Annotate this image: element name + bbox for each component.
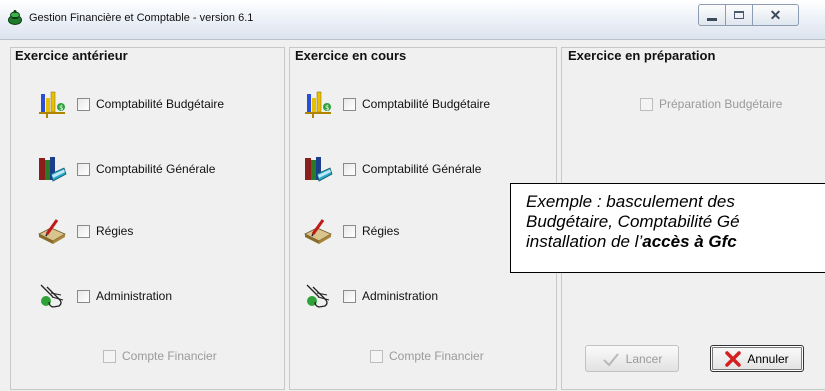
option-current-account: Compte Financier [370,349,484,363]
red-x-icon [725,350,742,367]
maximize-icon [734,11,744,19]
panel-title-current: Exercice en cours [292,48,410,63]
minimize-button[interactable] [698,4,726,26]
launch-button-label: Lancer [625,351,663,366]
option-previous-regies[interactable]: Régies [37,216,133,246]
panel-title-preparation: Exercice en préparation [565,48,719,63]
checkbox-current-regies[interactable] [343,224,356,238]
budget-chart-icon: $ [39,91,65,118]
label-current-regies: Régies [362,224,400,238]
app-icon [8,10,22,25]
checkbox-previous-general[interactable] [77,162,90,176]
option-previous-general[interactable]: Comptabilité Générale [37,154,215,184]
books-icon [39,157,67,182]
window-controls: ✕ [698,4,799,26]
books-icon [305,157,333,182]
window-title: Gestion Financière et Comptable - versio… [29,12,254,24]
option-preparation-budgetary: Préparation Budgétaire [640,97,782,111]
label-previous-budgetary: Comptabilité Budgétaire [96,97,225,111]
title-bar[interactable]: Gestion Financière et Comptable - versio… [0,0,825,40]
callout-line-1: Exemple : basculement des [526,192,735,211]
label-current-account: Compte Financier [389,349,484,363]
ledger-pen-icon [304,219,332,244]
checkbox-previous-admin[interactable] [77,289,90,303]
checkbox-current-budgetary[interactable] [343,97,356,111]
label-previous-regies: Régies [96,224,134,238]
checkmark-icon [602,352,619,366]
checkbox-previous-regies[interactable] [77,224,90,238]
checkbox-previous-account [103,349,116,363]
checkbox-previous-budgetary[interactable] [77,97,90,111]
label-current-admin: Administration [362,289,439,303]
checkbox-preparation-budgetary [640,97,653,111]
cancel-button[interactable]: Annuler [710,345,804,372]
maximize-button[interactable] [726,4,753,26]
budget-chart-icon: $ [305,91,331,118]
checkbox-current-account [370,349,383,363]
option-current-budgetary[interactable]: $ Comptabilité Budgétaire [303,89,490,119]
app-window: Gestion Financière et Comptable - versio… [0,0,825,391]
svg-text:$: $ [325,104,329,112]
close-icon: ✕ [769,7,782,23]
checkbox-current-general[interactable] [343,162,356,176]
option-previous-account: Compte Financier [103,349,217,363]
close-button[interactable]: ✕ [753,4,799,26]
launch-button[interactable]: Lancer [585,345,679,372]
option-previous-budgetary[interactable]: $ Comptabilité Budgétaire [37,89,224,119]
panel-title-previous: Exercice antérieur [12,48,131,63]
callout-line-2: Budgétaire, Comptabilité Gé [526,212,740,231]
callout-line-3-bold: accès à Gfc [642,232,737,251]
label-current-budgetary: Comptabilité Budgétaire [362,97,491,111]
checkbox-current-admin[interactable] [343,289,356,303]
option-current-general[interactable]: Comptabilité Générale [303,154,481,184]
label-previous-general: Comptabilité Générale [96,162,216,176]
annotation-callout: Exemple : basculement des Budgétaire, Co… [510,183,825,273]
label-current-general: Comptabilité Générale [362,162,482,176]
svg-text:$: $ [59,104,63,112]
minimize-icon [707,17,717,21]
option-current-admin[interactable]: Administration [303,281,438,311]
callout-line-3: installation de l’accès à Gfc [526,232,825,252]
hand-pointer-icon [306,284,330,308]
label-previous-admin: Administration [96,289,173,303]
cancel-button-label: Annuler [747,351,789,366]
ledger-pen-icon [38,219,66,244]
option-current-regies[interactable]: Régies [303,216,399,246]
label-previous-account: Compte Financier [122,349,217,363]
hand-pointer-icon [40,284,64,308]
option-previous-admin[interactable]: Administration [37,281,172,311]
callout-line-3-prefix: installation de l’ [526,232,643,251]
label-preparation-budgetary: Préparation Budgétaire [659,97,783,111]
